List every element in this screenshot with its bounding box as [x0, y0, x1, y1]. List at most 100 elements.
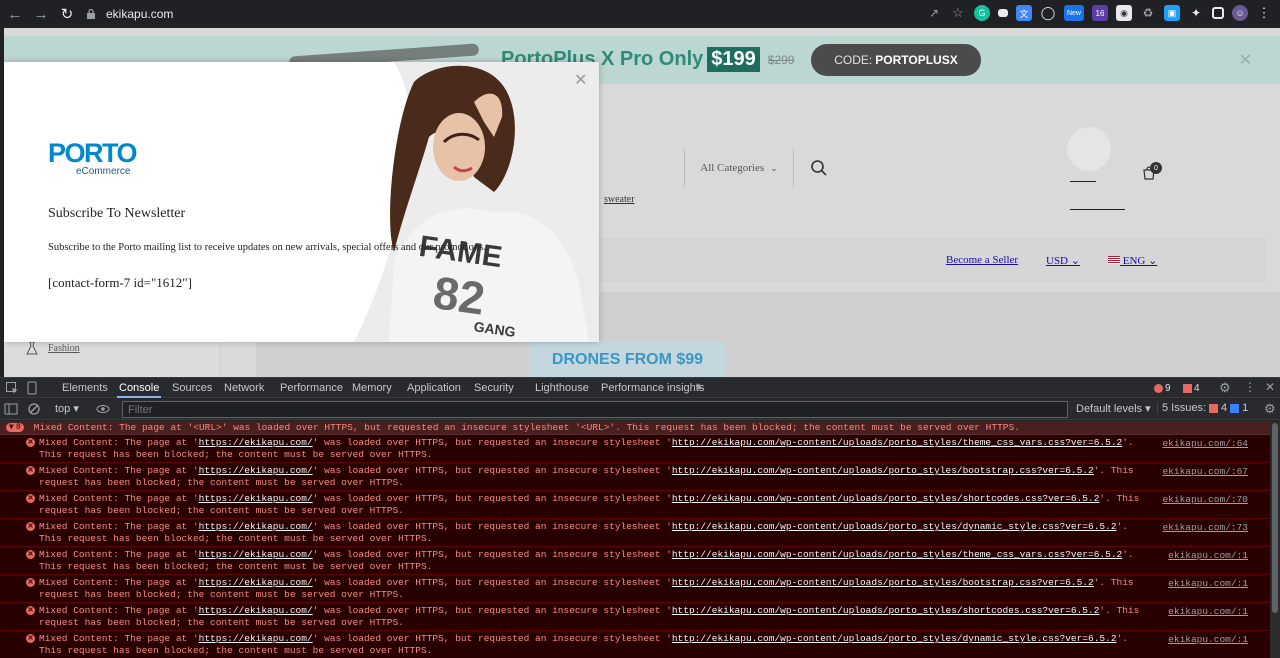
promo-code-button[interactable]: CODE: PORTOPLUSX: [811, 44, 981, 76]
tab-console[interactable]: Console: [117, 378, 162, 398]
close-icon[interactable]: ✕: [574, 70, 587, 90]
resource-url-link[interactable]: http://ekikapu.com/wp-content/uploads/po…: [672, 465, 1094, 476]
more-icon[interactable]: ⋮: [1244, 380, 1256, 394]
category-select[interactable]: All Categories ⌄: [684, 149, 794, 187]
star-icon[interactable]: ☆: [950, 5, 966, 21]
new-badge-icon[interactable]: New: [1064, 5, 1084, 21]
tab-elements[interactable]: Elements: [60, 378, 110, 398]
tab-security[interactable]: Security: [472, 378, 516, 398]
tab-performance[interactable]: Performance: [278, 378, 345, 398]
translate-icon[interactable]: 文: [1016, 5, 1032, 21]
console-error-message[interactable]: ✕ Mixed Content: The page at 'https://eki…: [0, 519, 1270, 547]
issues-label: 5 Issues:: [1162, 402, 1207, 414]
resource-url-link[interactable]: http://ekikapu.com/wp-content/uploads/po…: [672, 577, 1094, 588]
promo-close-icon[interactable]: ✕: [1239, 50, 1252, 70]
tab-network[interactable]: Network: [222, 378, 266, 398]
puzzle-icon[interactable]: ✦: [1188, 5, 1204, 21]
page-url-link[interactable]: https://ekikapu.com/: [199, 521, 313, 532]
source-link[interactable]: ekikapu.com/:1: [1168, 550, 1248, 562]
recycle-icon[interactable]: ♻: [1140, 5, 1156, 21]
source-link[interactable]: ekikapu.com/:70: [1162, 494, 1248, 506]
page-url-link[interactable]: https://ekikapu.com/: [199, 465, 313, 476]
source-link[interactable]: ekikapu.com/:67: [1162, 466, 1248, 478]
message-prefix: Mixed Content: The page at ': [39, 465, 199, 476]
clear-console-icon[interactable]: [27, 402, 41, 416]
log-levels-select[interactable]: Default levels ▾: [1076, 402, 1151, 415]
close-devtools-icon[interactable]: ✕: [1265, 380, 1275, 394]
ext-16-icon[interactable]: 16: [1092, 5, 1108, 21]
grammarly-icon[interactable]: G: [974, 5, 990, 21]
resource-url-link[interactable]: http://ekikapu.com/wp-content/uploads/po…: [672, 633, 1117, 644]
console-filter-input[interactable]: [122, 401, 1068, 418]
tab-performance-insights[interactable]: Performance insights: [599, 378, 706, 398]
scrollbar-thumb[interactable]: [1272, 423, 1278, 613]
forward-icon[interactable]: →: [28, 0, 54, 28]
language-select[interactable]: ENG ⌄: [1108, 254, 1157, 267]
page-url-link[interactable]: https://ekikapu.com/: [199, 437, 313, 448]
message-group[interactable]: ▼ 8 Mixed Content: The page at '<URL>' wa…: [0, 421, 1270, 435]
menu-icon[interactable]: ⋮: [1256, 5, 1272, 21]
error-icon: ✕: [26, 494, 35, 503]
back-icon[interactable]: ←: [2, 0, 28, 28]
page-url-link[interactable]: https://ekikapu.com/: [199, 605, 313, 616]
sidebar-toggle-icon[interactable]: [4, 402, 18, 416]
source-link[interactable]: ekikapu.com/:1: [1168, 578, 1248, 590]
eye-icon[interactable]: [96, 402, 110, 416]
resource-url-link[interactable]: http://ekikapu.com/wp-content/uploads/po…: [672, 521, 1117, 532]
console-error-message[interactable]: ✕ Mixed Content: The page at 'https://eki…: [0, 435, 1270, 463]
page-url-link[interactable]: https://ekikapu.com/: [199, 549, 313, 560]
tab-lighthouse[interactable]: Lighthouse: [533, 378, 591, 398]
tab-memory[interactable]: Memory: [350, 378, 394, 398]
resource-url-link[interactable]: http://ekikapu.com/wp-content/uploads/po…: [672, 437, 1122, 448]
console-error-message[interactable]: ✕ Mixed Content: The page at 'https://eki…: [0, 491, 1270, 519]
issues-button[interactable]: 5 Issues: 4 1: [1157, 402, 1248, 414]
message-middle: ' was loaded over HTTPS, but requested a…: [312, 549, 672, 560]
ext-blue-icon[interactable]: ▣: [1164, 5, 1180, 21]
resource-url-link[interactable]: http://ekikapu.com/wp-content/uploads/po…: [672, 493, 1100, 504]
page-url-link[interactable]: https://ekikapu.com/: [199, 493, 313, 504]
promo-price: $199: [707, 47, 760, 72]
page-url-link[interactable]: https://ekikapu.com/: [199, 577, 313, 588]
currency-select[interactable]: USD ⌄: [1046, 254, 1080, 267]
sidebar-item-fashion[interactable]: Fashion: [26, 341, 80, 355]
device-toggle-icon[interactable]: [25, 381, 39, 395]
search-icon[interactable]: [810, 159, 828, 177]
console-error-message[interactable]: ✕ Mixed Content: The page at 'https://eki…: [0, 603, 1270, 631]
console-error-message[interactable]: ✕ Mixed Content: The page at 'https://eki…: [0, 547, 1270, 575]
account-avatar[interactable]: [1067, 127, 1111, 171]
resource-url-link[interactable]: http://ekikapu.com/wp-content/uploads/po…: [672, 605, 1100, 616]
tab-application[interactable]: Application: [405, 378, 463, 398]
warning-count-badge[interactable]: 4: [1183, 381, 1200, 395]
account-link[interactable]: [1070, 181, 1096, 182]
source-link[interactable]: ekikapu.com/:64: [1162, 438, 1248, 450]
camera-icon[interactable]: ◉: [1116, 5, 1132, 21]
become-seller-link[interactable]: Become a Seller: [946, 254, 1018, 266]
page-url-link[interactable]: https://ekikapu.com/: [199, 633, 313, 644]
search-keyword-link[interactable]: sweater: [604, 194, 635, 205]
console-error-message[interactable]: ✕ Mixed Content: The page at 'https://eki…: [0, 631, 1270, 658]
ext-dark-icon[interactable]: [998, 9, 1008, 17]
source-link[interactable]: ekikapu.com/:1: [1168, 634, 1248, 646]
profile-avatar[interactable]: ☺: [1232, 5, 1248, 21]
console-error-message[interactable]: ✕ Mixed Content: The page at 'https://eki…: [0, 463, 1270, 491]
reload-icon[interactable]: ↻: [54, 0, 80, 28]
web-page: PortoPlus X Pro Only $199 $299 CODE: POR…: [4, 28, 1280, 377]
message-prefix: Mixed Content: The page at ': [39, 577, 199, 588]
error-count-badge[interactable]: 9: [1154, 381, 1171, 395]
console-scrollbar[interactable]: [1270, 421, 1280, 658]
resource-url-link[interactable]: http://ekikapu.com/wp-content/uploads/po…: [672, 549, 1122, 560]
console-settings-icon[interactable]: ⚙: [1264, 401, 1276, 417]
globe-icon[interactable]: ◯: [1040, 5, 1056, 21]
wishlist-link[interactable]: [1070, 209, 1125, 210]
gear-icon[interactable]: ⚙: [1219, 380, 1231, 396]
context-select[interactable]: top ▾: [55, 402, 79, 415]
share-icon[interactable]: ↗: [926, 5, 942, 21]
console-error-message[interactable]: ✕ Mixed Content: The page at 'https://eki…: [0, 575, 1270, 603]
drones-banner[interactable]: DRONES FROM $99: [529, 342, 726, 377]
inspect-icon[interactable]: [5, 381, 19, 395]
tab-sources[interactable]: Sources: [170, 378, 214, 398]
browser-toolbar: ← → ↻ ekikapu.com ↗ ☆ G 文 ◯ New 16 ◉ ♻ ▣…: [0, 0, 1280, 28]
sidebar-icon[interactable]: [1212, 7, 1224, 19]
source-link[interactable]: ekikapu.com/:1: [1168, 606, 1248, 618]
source-link[interactable]: ekikapu.com/:73: [1162, 522, 1248, 534]
